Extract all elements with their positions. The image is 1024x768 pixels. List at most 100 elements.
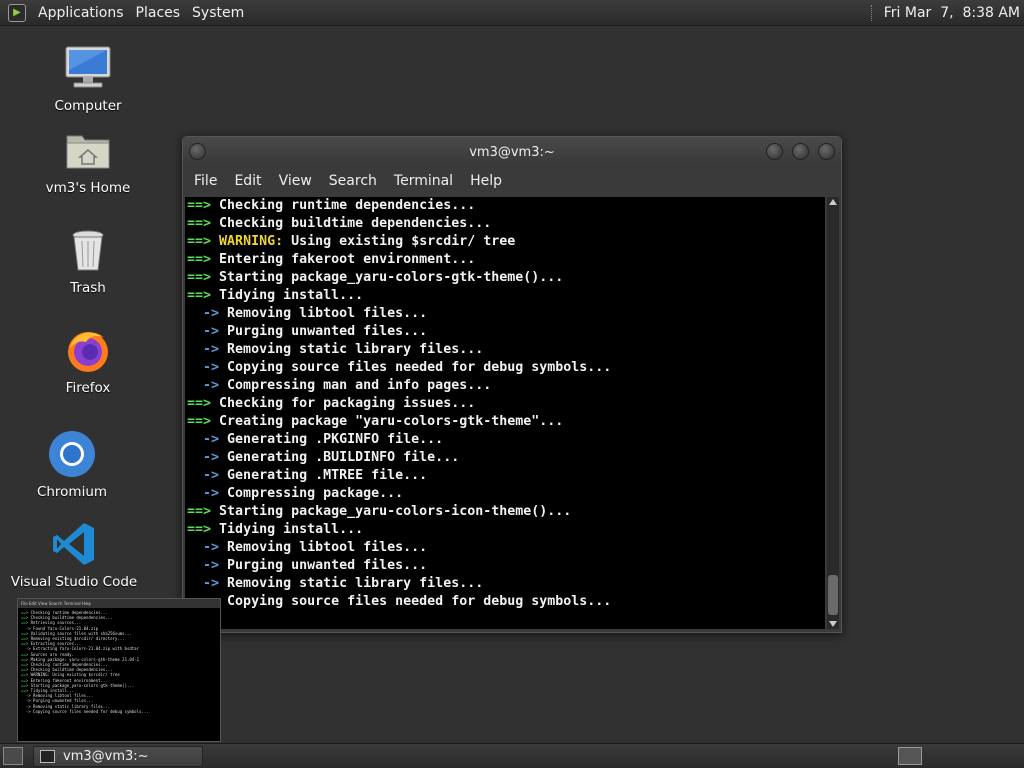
line-text: Removing static library files...	[227, 342, 484, 357]
scroll-up-icon[interactable]	[829, 199, 837, 205]
scrollbar-thumb[interactable]	[828, 575, 838, 615]
desktop-icon-trash[interactable]: Trash	[18, 226, 158, 296]
line-text: Generating .BUILDINFO file...	[227, 450, 460, 465]
window-preview[interactable]: File Edit View Search Terminal Help ==> …	[17, 598, 221, 742]
menu-file[interactable]: File	[187, 173, 224, 189]
line-prefix: ->	[203, 450, 220, 465]
chromium-icon	[48, 430, 96, 478]
line-prefix: ->	[203, 342, 220, 357]
clock-text: Fri Mar 7, 8:38 AM	[883, 4, 1020, 21]
minimize-icon[interactable]	[766, 143, 783, 160]
show-desktop-icon[interactable]	[3, 747, 23, 765]
line-text: Copying source files needed for debug sy…	[227, 594, 612, 609]
terminal-line: ==> Starting package_yaru-colors-icon-th…	[185, 503, 825, 521]
line-prefix: ->	[203, 324, 220, 339]
menu-system[interactable]: System	[186, 5, 250, 21]
terminal-line: ==> Tidying install...	[185, 287, 825, 305]
desktop-label-vscode: Visual Studio Code	[10, 574, 138, 590]
line-text: Checking runtime dependencies...	[219, 198, 476, 213]
close-icon[interactable]	[818, 143, 835, 160]
menu-search[interactable]: Search	[322, 173, 384, 189]
panel-separator	[870, 4, 874, 21]
line-text: Using existing $srcdir/ tree	[291, 234, 516, 249]
terminal-line: -> Removing static library files...	[185, 341, 825, 359]
terminal-menubar: File Edit View Search Terminal Help	[183, 167, 841, 195]
terminal-window-icon	[40, 750, 55, 763]
line-prefix: ->	[203, 576, 220, 591]
terminal-line: ==> Starting package_yaru-colors-gtk-the…	[185, 269, 825, 287]
line-text: Generating .MTREE file...	[227, 468, 428, 483]
trash-icon	[64, 226, 112, 274]
menu-edit[interactable]: Edit	[227, 173, 268, 189]
line-prefix: ->	[203, 468, 220, 483]
line-text: Purging unwanted files...	[227, 558, 428, 573]
line-text: Removing libtool files...	[227, 540, 428, 555]
desktop-label-home: vm3's Home	[45, 180, 131, 196]
window-menu-icon[interactable]	[189, 143, 206, 160]
terminal-output[interactable]: ==> Checking runtime dependencies... ==> …	[185, 197, 825, 629]
terminal-line: ==> WARNING: Using existing $srcdir/ tre…	[185, 233, 825, 251]
clock[interactable]: Fri Mar 7, 8:38 AM	[870, 0, 1020, 25]
maximize-icon[interactable]	[792, 143, 809, 160]
line-prefix: ==>	[187, 288, 212, 303]
line-prefix: ==>	[187, 396, 212, 411]
menu-terminal[interactable]: Terminal	[387, 173, 460, 189]
desktop-icon-chromium[interactable]: Chromium	[2, 430, 142, 500]
line-text: Checking buildtime dependencies...	[219, 216, 492, 231]
terminal-line: -> Removing static library files...	[185, 575, 825, 593]
line-text: Copying source files needed for debug sy…	[227, 360, 612, 375]
line-prefix: ==>	[187, 198, 212, 213]
line-prefix: ==>	[187, 234, 212, 249]
menu-applications[interactable]: Applications	[32, 5, 130, 21]
menu-places[interactable]: Places	[130, 5, 187, 21]
desktop-label-computer: Computer	[54, 98, 122, 114]
preview-content: ==> Checking runtime dependencies... ==>…	[21, 610, 149, 714]
line-text: Purging unwanted files...	[227, 324, 428, 339]
desktop-icon-home[interactable]: vm3's Home	[18, 126, 158, 196]
desktop-icon-computer[interactable]: Computer	[18, 44, 158, 114]
home-folder-icon	[64, 126, 112, 174]
desktop-label-trash: Trash	[70, 280, 106, 296]
terminal-titlebar[interactable]: vm3@vm3:~	[183, 137, 841, 167]
taskbar-button-label: vm3@vm3:~	[63, 749, 149, 764]
line-prefix: ==>	[187, 504, 212, 519]
menu-view[interactable]: View	[272, 173, 319, 189]
line-prefix: ==>	[187, 216, 212, 231]
terminal-window[interactable]: vm3@vm3:~ File Edit View Search Terminal…	[182, 136, 842, 633]
line-prefix: ->	[203, 558, 220, 573]
line-prefix: ==>	[187, 270, 212, 285]
line-text: Compressing package...	[227, 486, 404, 501]
workspace-switcher[interactable]	[898, 747, 922, 765]
scroll-down-icon[interactable]	[829, 621, 837, 627]
line-text: Generating .PKGINFO file...	[227, 432, 444, 447]
desktop-label-chromium: Chromium	[36, 484, 108, 500]
warning-label: WARNING:	[219, 234, 284, 249]
desktop-icon-vscode[interactable]: Visual Studio Code	[4, 520, 144, 590]
terminal-line: ==> Checking runtime dependencies...	[185, 197, 825, 215]
line-text: Removing static library files...	[227, 576, 484, 591]
line-text: Starting package_yaru-colors-gtk-theme()…	[219, 270, 564, 285]
top-panel: ▶ Applications Places System Fri Mar 7, …	[0, 0, 1024, 26]
line-prefix: ->	[203, 378, 220, 393]
bottom-panel: vm3@vm3:~	[0, 743, 1024, 768]
preview-menubar: File Edit View Search Terminal Help	[18, 599, 220, 608]
terminal-line: -> Generating .BUILDINFO file...	[185, 449, 825, 467]
terminal-line: -> Purging unwanted files...	[185, 323, 825, 341]
line-prefix: ==>	[187, 522, 212, 537]
terminal-line: Copying source files needed for debug sy…	[185, 593, 825, 611]
terminal-line: -> Purging unwanted files...	[185, 557, 825, 575]
terminal-line: -> Compressing package...	[185, 485, 825, 503]
desktop-icon-firefox[interactable]: Firefox	[18, 326, 158, 396]
line-prefix: ->	[203, 360, 220, 375]
terminal-logo-icon[interactable]: ▶	[8, 3, 26, 22]
line-text: Starting package_yaru-colors-icon-theme(…	[219, 504, 572, 519]
terminal-line: ==> Entering fakeroot environment...	[185, 251, 825, 269]
terminal-scrollbar[interactable]	[827, 197, 839, 629]
line-text: Checking for packaging issues...	[219, 396, 476, 411]
line-text: Tidying install...	[219, 522, 364, 537]
line-prefix: ->	[203, 540, 220, 555]
terminal-line: -> Generating .MTREE file...	[185, 467, 825, 485]
terminal-line: -> Copying source files needed for debug…	[185, 359, 825, 377]
taskbar-button-terminal[interactable]: vm3@vm3:~	[33, 746, 203, 767]
menu-help[interactable]: Help	[463, 173, 509, 189]
